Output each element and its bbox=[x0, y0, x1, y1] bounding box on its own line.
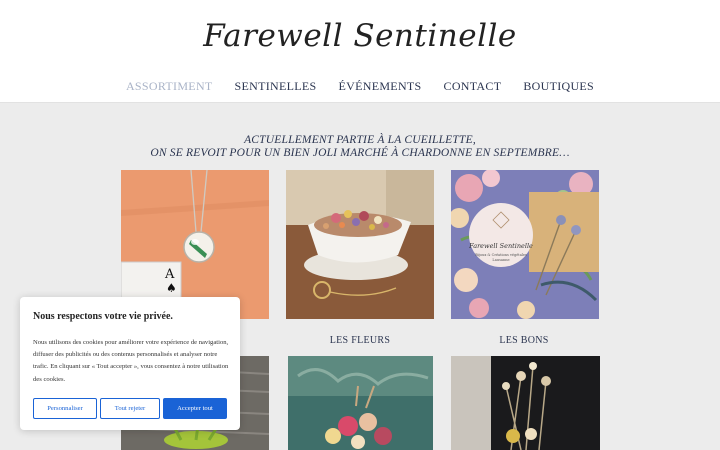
card-rank: A bbox=[164, 267, 175, 282]
product-image-fleurs[interactable] bbox=[286, 170, 434, 319]
card-suit: ♠ bbox=[166, 281, 177, 295]
cookie-title: Nous respectons votre vie privée. bbox=[33, 311, 173, 322]
nav-item-evenements[interactable]: ÉVÉNEMENTS bbox=[328, 79, 433, 94]
nav-item-sentinelles[interactable]: SENTINELLES bbox=[224, 79, 328, 94]
product-image-row2-2[interactable] bbox=[288, 356, 433, 450]
product-image-row2-3[interactable] bbox=[451, 356, 600, 450]
nav-item-boutiques[interactable]: BOUTIQUES bbox=[512, 79, 605, 94]
reject-all-button[interactable]: Tout rejeter bbox=[100, 398, 160, 419]
site-logo[interactable]: Farewell Sentinelle bbox=[0, 18, 720, 54]
label-brand: Farewell Sentinelle bbox=[468, 242, 533, 250]
bouquet-photo bbox=[288, 356, 433, 450]
label-city: Lausanne bbox=[492, 258, 509, 262]
announcement-line-1: ACTUELLEMENT PARTIE À LA CUEILLETTE, bbox=[244, 134, 476, 146]
main-nav: ASSORTIMENT SENTINELLES ÉVÉNEMENTS CONTA… bbox=[0, 79, 720, 94]
dried-flowers-photo bbox=[451, 356, 600, 450]
customize-button[interactable]: Personnaliser bbox=[33, 398, 97, 419]
cookie-text: Nous utilisons des cookies pour améliore… bbox=[33, 339, 229, 383]
product-image-bons[interactable]: Farewell Sentinelle Bijoux & Créations v… bbox=[451, 170, 599, 319]
announcement: ACTUELLEMENT PARTIE À LA CUEILLETTE, ON … bbox=[0, 134, 720, 160]
label-subtitle: Bijoux & Créations végétales bbox=[475, 253, 527, 257]
product-caption-fleurs[interactable]: LES FLEURS bbox=[285, 335, 435, 346]
gift-card-photo: Farewell Sentinelle Bijoux & Créations v… bbox=[451, 170, 599, 319]
cookie-consent-banner: Nous respectons votre vie privée. Nous u… bbox=[20, 297, 240, 430]
nav-item-assortiment[interactable]: ASSORTIMENT bbox=[115, 79, 224, 94]
accept-all-button[interactable]: Accepter tout bbox=[163, 398, 227, 419]
nav-item-contact[interactable]: CONTACT bbox=[433, 79, 513, 94]
product-caption-bons[interactable]: LES BONS bbox=[449, 335, 599, 346]
site-header: Farewell Sentinelle ASSORTIMENT SENTINEL… bbox=[0, 0, 720, 103]
announcement-line-2: ON SE REVOIT POUR UN BIEN JOLI MARCHÉ À … bbox=[150, 147, 570, 159]
flowers-bowl-photo bbox=[286, 170, 434, 319]
